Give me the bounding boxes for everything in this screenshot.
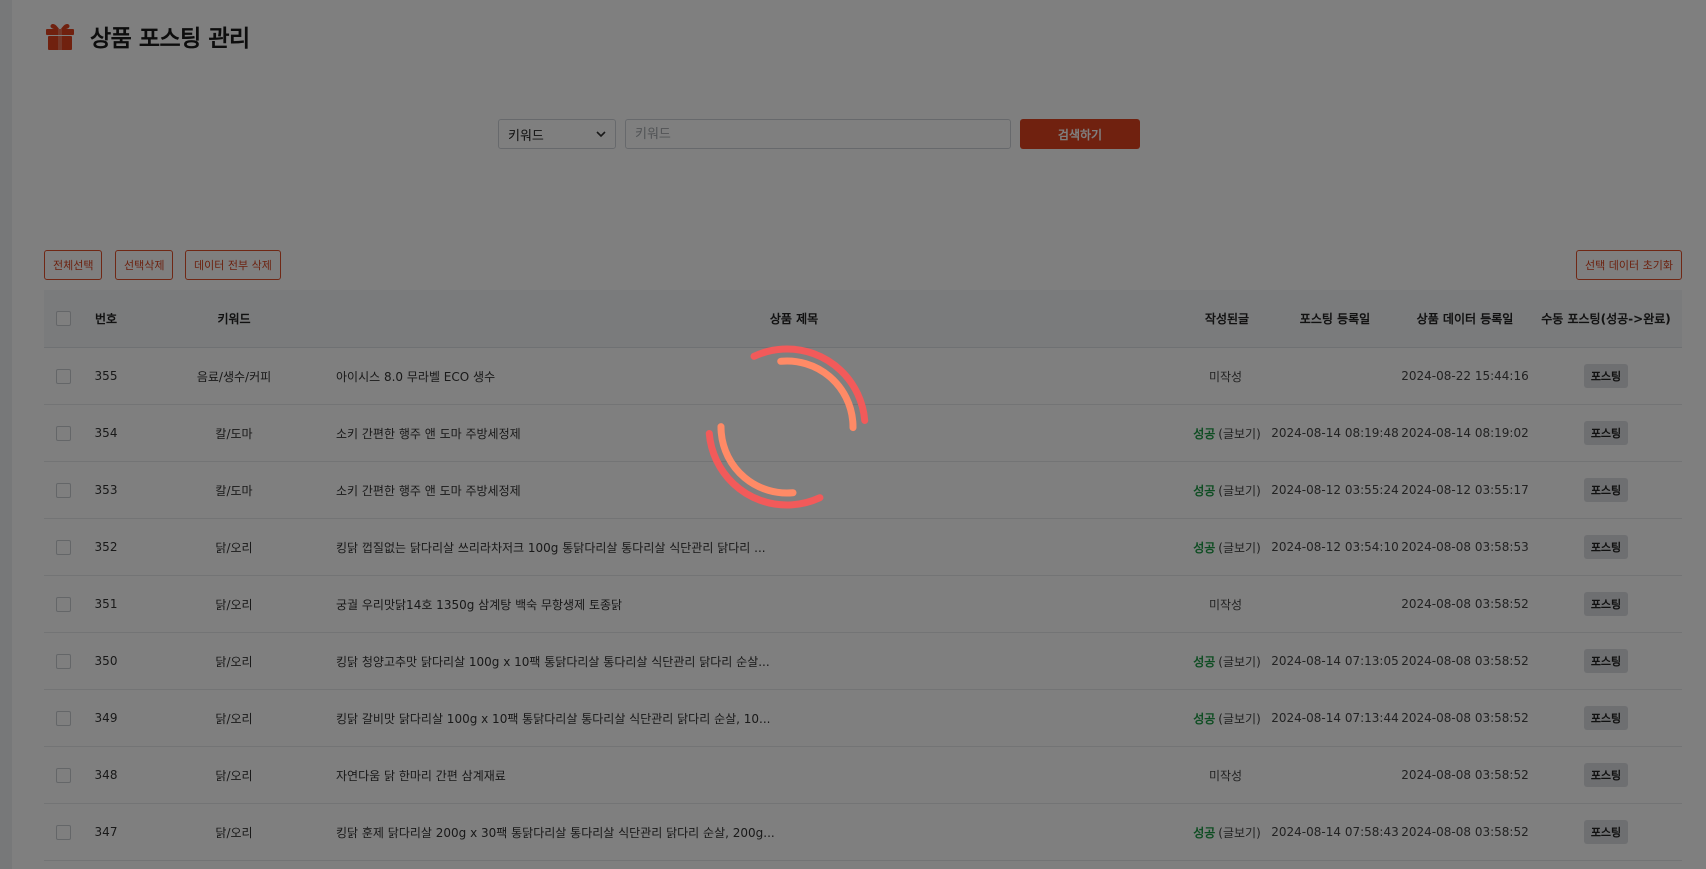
- loading-spinner-icon: [705, 345, 869, 509]
- loading-overlay: [0, 0, 1706, 869]
